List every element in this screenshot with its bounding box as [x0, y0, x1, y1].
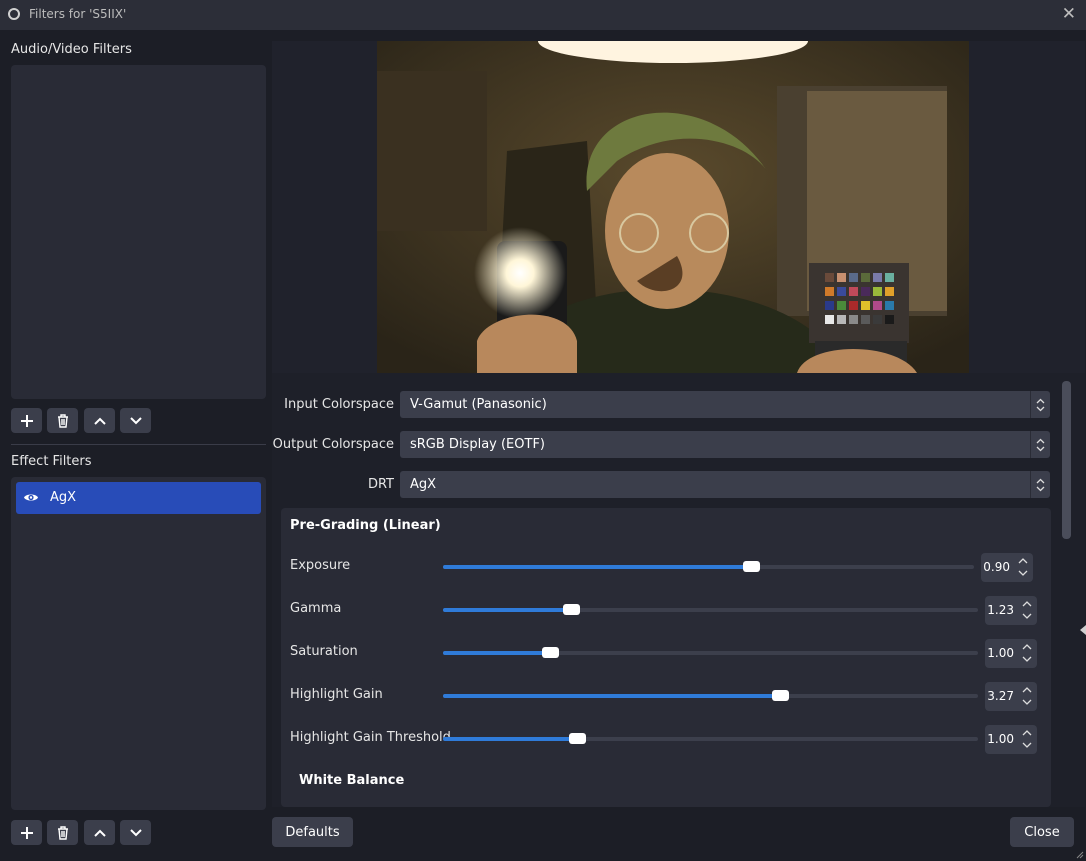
- effect-filters-label: Effect Filters: [11, 454, 92, 469]
- slider-handle[interactable]: [742, 561, 760, 572]
- slider-handle[interactable]: [563, 604, 581, 615]
- exposure-label: Exposure: [290, 558, 351, 573]
- dropdown-arrow-icon: [1030, 431, 1050, 458]
- gamma-label: Gamma: [290, 601, 342, 616]
- highlight-gain-slider[interactable]: [443, 690, 978, 701]
- add-audio-video-filter-button[interactable]: [11, 408, 42, 433]
- slider-fill: [443, 737, 577, 741]
- window-title: Filters for 'S5IIX': [29, 7, 127, 21]
- exposure-value: 0.90: [983, 560, 1010, 574]
- remove-audio-video-filter-button[interactable]: [47, 408, 78, 433]
- move-down-audio-video-filter-button[interactable]: [120, 408, 151, 433]
- filter-properties-panel: Input Colorspace V-Gamut (Panasonic) Out…: [272, 373, 1085, 807]
- effect-filter-item-agx[interactable]: AgX: [16, 482, 261, 514]
- output-colorspace-label: Output Colorspace: [272, 437, 394, 452]
- obs-logo-icon: [8, 8, 20, 20]
- move-up-effect-filter-button[interactable]: [84, 820, 115, 845]
- saturation-value: 1.00: [987, 646, 1014, 660]
- resize-grip-icon[interactable]: [1076, 851, 1084, 859]
- saturation-spinbox[interactable]: 1.00: [985, 639, 1037, 668]
- source-preview: [272, 41, 1085, 373]
- effect-filters-list[interactable]: [11, 477, 266, 810]
- dropdown-arrow-icon: [1030, 471, 1050, 498]
- exposure-slider[interactable]: [443, 561, 974, 572]
- slider-handle[interactable]: [568, 733, 586, 744]
- gamma-value: 1.23: [987, 603, 1014, 617]
- add-icon: [20, 414, 33, 427]
- slider-fill: [443, 565, 751, 569]
- move-up-icon: [93, 829, 106, 837]
- input-colorspace-value: V-Gamut (Panasonic): [410, 397, 547, 412]
- highlight-gain-value: 3.27: [987, 689, 1014, 703]
- gamma-slider[interactable]: [443, 604, 978, 615]
- spin-arrows-icon[interactable]: [1018, 556, 1028, 578]
- output-colorspace-select[interactable]: sRGB Display (EOTF): [400, 431, 1050, 458]
- highlight-gain-spinbox[interactable]: 3.27: [985, 682, 1037, 711]
- window-close-icon[interactable]: ✕: [1062, 4, 1076, 24]
- dropdown-arrow-icon: [1030, 391, 1050, 418]
- move-down-icon: [129, 416, 142, 424]
- drt-select[interactable]: AgX: [400, 471, 1050, 498]
- slider-handle[interactable]: [772, 690, 790, 701]
- slider-handle[interactable]: [542, 647, 559, 658]
- audio-video-filters-label: Audio/Video Filters: [11, 42, 132, 57]
- add-icon: [20, 826, 33, 839]
- slider-fill: [443, 608, 572, 612]
- remove-effect-filter-button[interactable]: [47, 820, 78, 845]
- saturation-slider[interactable]: [443, 647, 978, 658]
- input-colorspace-label: Input Colorspace: [284, 397, 394, 412]
- highlight-gain-threshold-spinbox[interactable]: 1.00: [985, 725, 1037, 754]
- trash-icon: [57, 413, 68, 428]
- move-up-icon: [93, 417, 106, 425]
- audio-video-filters-list[interactable]: [11, 65, 266, 399]
- move-down-effect-filter-button[interactable]: [120, 820, 151, 845]
- defaults-button[interactable]: Defaults: [272, 817, 353, 847]
- properties-scrollbar[interactable]: [1062, 381, 1071, 539]
- exposure-spinbox[interactable]: 0.90: [981, 553, 1033, 582]
- move-down-icon: [129, 828, 142, 836]
- section-divider: [11, 444, 266, 445]
- white-balance-title: White Balance: [299, 773, 405, 788]
- highlight-gain-threshold-slider[interactable]: [443, 733, 978, 744]
- saturation-label: Saturation: [290, 644, 358, 659]
- highlight-gain-label: Highlight Gain: [290, 687, 383, 702]
- splitter-caret-icon[interactable]: [1080, 625, 1086, 635]
- output-colorspace-value: sRGB Display (EOTF): [410, 437, 545, 452]
- drt-value: AgX: [410, 477, 437, 492]
- pre-grading-title: Pre-Grading (Linear): [290, 518, 441, 533]
- slider-fill: [443, 694, 781, 698]
- input-colorspace-select[interactable]: V-Gamut (Panasonic): [400, 391, 1050, 418]
- trash-icon: [57, 825, 68, 840]
- drt-label: DRT: [367, 477, 394, 492]
- spin-arrows-icon[interactable]: [1022, 642, 1032, 664]
- close-button[interactable]: Close: [1010, 817, 1074, 847]
- visibility-eye-icon[interactable]: [23, 491, 39, 504]
- spin-arrows-icon[interactable]: [1022, 685, 1032, 707]
- add-effect-filter-button[interactable]: [11, 820, 42, 845]
- title-bar: Filters for 'S5IIX' ✕: [0, 0, 1086, 30]
- pre-grading-group: Pre-Grading (Linear) Exposure 0.90 Gamma…: [281, 508, 1051, 807]
- gamma-spinbox[interactable]: 1.23: [985, 596, 1037, 625]
- preview-image: [377, 41, 969, 373]
- highlight-gain-threshold-label: Highlight Gain Threshold: [290, 730, 451, 745]
- effect-filter-label: AgX: [50, 490, 77, 505]
- highlight-gain-threshold-value: 1.00: [987, 732, 1014, 746]
- spin-arrows-icon[interactable]: [1022, 599, 1032, 621]
- slider-fill: [443, 651, 550, 655]
- move-up-audio-video-filter-button[interactable]: [84, 408, 115, 433]
- spin-arrows-icon[interactable]: [1022, 728, 1032, 750]
